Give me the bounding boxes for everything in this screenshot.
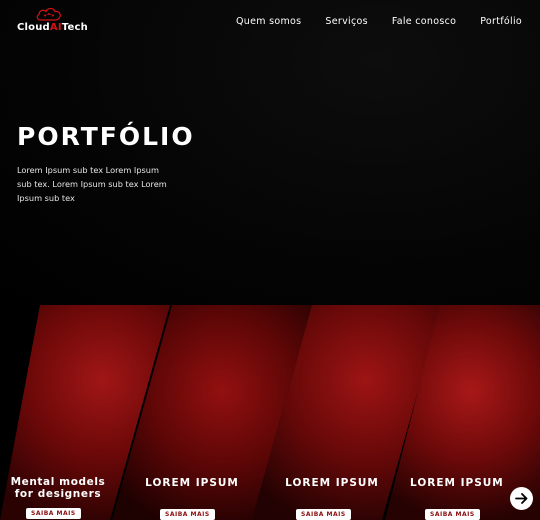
portfolio-card-title: LOREM IPSUM [410,477,504,489]
portfolio-card-title: LOREM IPSUM [285,477,379,489]
saiba-mais-button[interactable]: SAIBA MAIS [160,509,215,520]
nav-portfolio[interactable]: Portfólio [480,16,522,27]
saiba-mais-button[interactable]: SAIBA MAIS [296,509,351,520]
next-slide-button[interactable] [510,487,533,510]
saiba-mais-button[interactable]: SAIBA MAIS [425,509,480,520]
nav-quem-somos[interactable]: Quem somos [236,16,301,27]
page-title: PORTFÓLIO [17,122,195,151]
cloud-logo-icon [36,7,61,21]
portfolio-card-title: Mental models for designers [10,476,106,500]
arrow-right-icon [515,493,528,504]
navbar: CloudAITech Quem somos Serviços Fale con… [0,0,540,45]
nav-fale-conosco[interactable]: Fale conosco [392,16,456,27]
logo[interactable]: CloudAITech [17,6,88,34]
logo-text: CloudAITech [17,22,88,33]
portfolio-card-title: LOREM IPSUM [145,477,239,489]
hero-section: CloudAITech Quem somos Serviços Fale con… [0,0,540,305]
nav-links: Quem somos Serviços Fale conosco Portfól… [236,16,522,27]
hero-subtitle: Lorem Ipsum sub tex Lorem Ipsum sub tex.… [17,165,167,203]
portfolio-gallery: Mental models for designers SAIBA MAIS L… [0,305,540,520]
nav-servicos[interactable]: Serviços [325,16,367,27]
saiba-mais-button[interactable]: SAIBA MAIS [26,508,81,519]
